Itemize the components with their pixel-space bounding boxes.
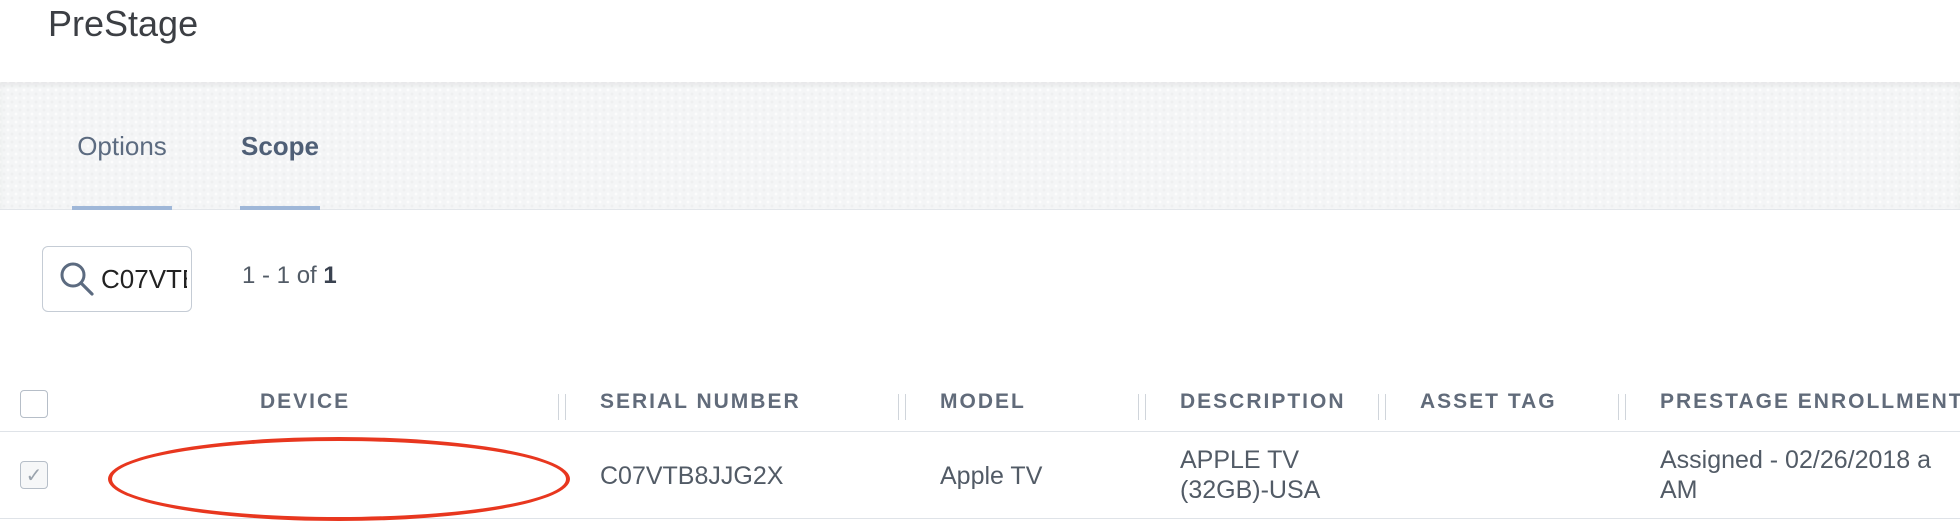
column-resize-handle[interactable] <box>558 394 566 420</box>
search-icon <box>60 262 94 296</box>
column-resize-handle[interactable] <box>898 394 906 420</box>
cell-prestage-line2: AM <box>1660 476 1698 504</box>
tab-options[interactable]: Options <box>72 82 172 210</box>
column-resize-handle[interactable] <box>1618 394 1626 420</box>
search-field[interactable] <box>42 246 192 312</box>
cell-description: APPLE TV (32GB)-USA <box>1180 445 1320 505</box>
column-header-device[interactable]: DEVICE <box>260 390 350 414</box>
search-input[interactable] <box>101 263 187 295</box>
table-row[interactable]: ✓ C07VTB8JJG2X Apple TV APPLE TV (32GB)-… <box>0 433 1960 521</box>
pagination-summary: 1 - 1 of 1 <box>242 262 337 290</box>
page-title: PreStage <box>48 3 199 44</box>
checkmark-icon: ✓ <box>25 464 43 487</box>
cell-prestage-line1: Assigned - 02/26/2018 a <box>1660 446 1932 474</box>
tab-scope-label: Scope <box>240 130 320 161</box>
cell-description-line2: (32GB)-USA <box>1180 476 1321 504</box>
column-header-asset-tag[interactable]: ASSET TAG <box>1420 390 1557 414</box>
pagination-total: 1 <box>323 262 337 289</box>
column-header-description[interactable]: DESCRIPTION <box>1180 390 1346 414</box>
tab-scope-underline <box>240 206 320 210</box>
cell-serial-number: C07VTB8JJG2X <box>600 462 784 490</box>
column-header-prestage-enrollment[interactable]: PRESTAGE ENROLLMENT <box>1660 390 1960 414</box>
column-resize-handle[interactable] <box>1138 394 1146 420</box>
row-checkbox[interactable]: ✓ <box>20 461 48 489</box>
cell-prestage-enrollment: Assigned - 02/26/2018 a AM <box>1660 445 1931 505</box>
column-header-serial-number[interactable]: SERIAL NUMBER <box>600 390 801 414</box>
tab-scope[interactable]: Scope <box>240 82 320 210</box>
tab-options-underline <box>72 206 172 210</box>
table-header: DEVICE SERIAL NUMBER MODEL DESCRIPTION A… <box>0 374 1960 432</box>
select-all-checkbox[interactable] <box>20 390 48 418</box>
pagination-range: 1 - 1 of <box>242 262 324 289</box>
cell-model: Apple TV <box>940 462 1043 490</box>
tab-options-label: Options <box>77 130 167 161</box>
column-resize-handle[interactable] <box>1378 394 1386 420</box>
tabs-bar: Options Scope <box>0 82 1960 210</box>
redaction-ellipse <box>108 437 570 521</box>
cell-description-line1: APPLE TV <box>1180 446 1300 474</box>
column-header-model[interactable]: MODEL <box>940 390 1026 414</box>
